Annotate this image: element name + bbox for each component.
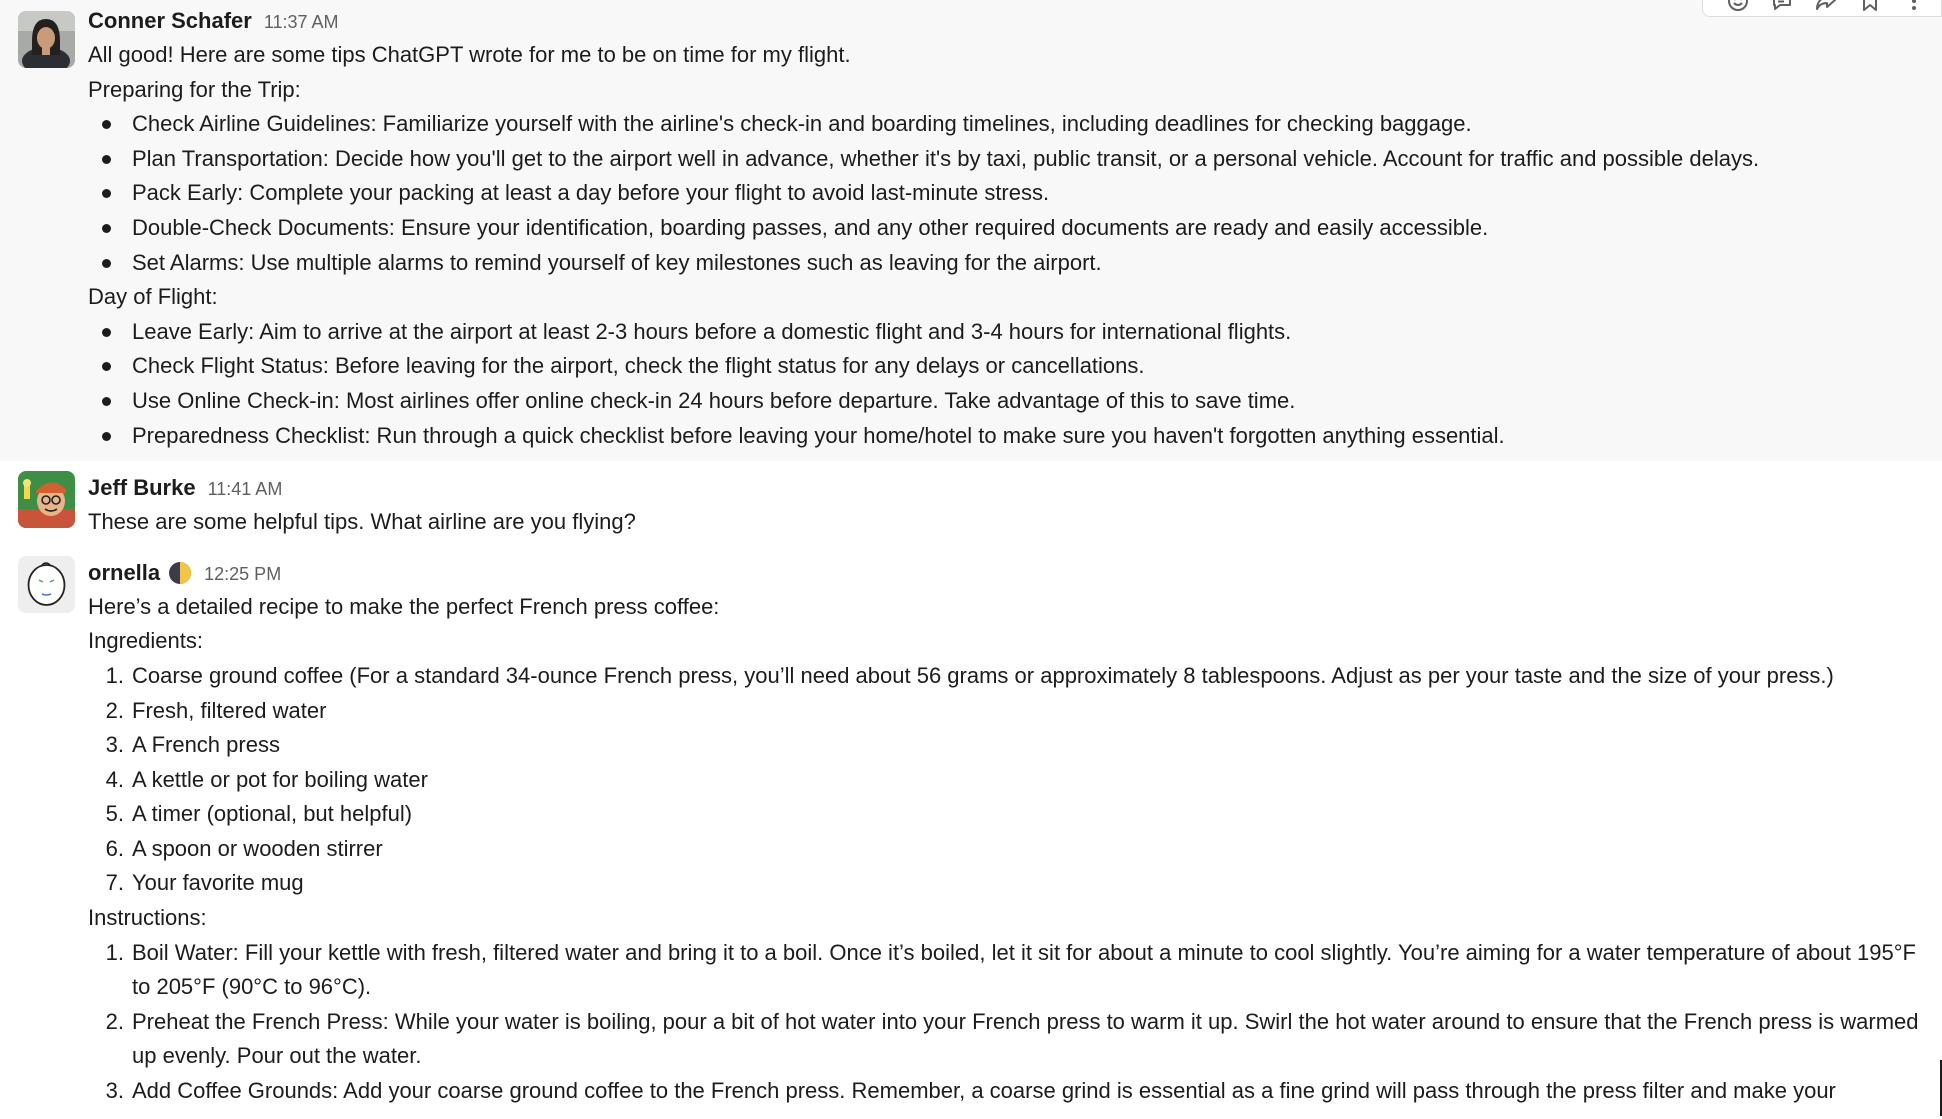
list-item: 3. A French press	[88, 728, 1922, 763]
list-item-text: A kettle or pot for boiling water	[132, 767, 428, 792]
message-text: These are some helpful tips. What airlin…	[88, 505, 1922, 540]
section-heading: Day of Flight:	[88, 280, 1922, 315]
list-item: 1. Coarse ground coffee (For a standard 3…	[88, 659, 1922, 694]
list-item-text: Add Coffee Grounds: Add your coarse grou…	[132, 1078, 1836, 1103]
section-heading: Instructions:	[88, 901, 1922, 936]
author-name[interactable]: ornella	[88, 556, 160, 590]
message-feed: Conner Schafer 11:37 AM All good! Here a…	[0, 0, 1942, 1116]
message-ornella[interactable]: ornella 12:25 PM Here’s a detailed recip…	[0, 544, 1942, 1119]
list-item-text: A timer (optional, but helpful)	[132, 801, 412, 826]
timestamp[interactable]: 12:25 PM	[204, 557, 281, 591]
list-item: Use Online Check-in: Most airlines offer…	[88, 384, 1922, 419]
avatar[interactable]	[18, 471, 75, 528]
list-number: 7.	[94, 866, 124, 901]
message-jeff[interactable]: Jeff Burke 11:41 AM These are some helpf…	[0, 461, 1942, 544]
message-header: ornella 12:25 PM	[88, 556, 1922, 590]
list-item: Preparedness Checklist: Run through a qu…	[88, 419, 1922, 454]
list-number: 6.	[94, 832, 124, 867]
list-item-text: Coarse ground coffee (For a standard 34-…	[132, 663, 1834, 688]
list-number: 1.	[94, 936, 124, 971]
author-name[interactable]: Conner Schafer	[88, 4, 252, 38]
list-number: 3.	[94, 1074, 124, 1109]
timestamp[interactable]: 11:41 AM	[208, 472, 283, 506]
list-number: 3.	[94, 728, 124, 763]
bookmark-icon[interactable]	[1857, 0, 1883, 14]
list-number: 1.	[94, 659, 124, 694]
instructions-list: 1.Boil Water: Fill your kettle with fres…	[88, 936, 1922, 1109]
list-item: Leave Early: Aim to arrive at the airpor…	[88, 315, 1922, 350]
section-heading: Preparing for the Trip:	[88, 73, 1922, 108]
add-reaction-icon[interactable]	[1725, 0, 1751, 14]
list-number: 5.	[94, 797, 124, 832]
list-item-text: Fresh, filtered water	[132, 698, 326, 723]
list-item: 2.Preheat the French Press: While your w…	[88, 1005, 1922, 1074]
bullet-list: Leave Early: Aim to arrive at the airpor…	[88, 315, 1922, 453]
author-name[interactable]: Jeff Burke	[88, 471, 196, 505]
list-number: 4.	[94, 763, 124, 798]
list-item: 3. Add Coffee Grounds: Add your coarse gr…	[88, 1074, 1922, 1109]
list-item: 5. A timer (optional, but helpful)	[88, 797, 1922, 832]
reply-in-thread-icon[interactable]	[1769, 0, 1795, 14]
list-item: 2. Fresh, filtered water	[88, 694, 1922, 729]
forward-icon[interactable]	[1813, 0, 1839, 14]
list-item: Set Alarms: Use multiple alarms to remin…	[88, 246, 1922, 281]
message-header: Conner Schafer 11:37 AM	[88, 4, 1922, 38]
list-item-text: Boil Water: Fill your kettle with fresh,…	[132, 940, 1916, 1000]
list-item: 6. A spoon or wooden stirrer	[88, 832, 1922, 867]
list-item: Check Airline Guidelines: Familiarize yo…	[88, 107, 1922, 142]
message-actions-toolbar	[1702, 0, 1942, 17]
ingredients-list: 1. Coarse ground coffee (For a standard 3…	[88, 659, 1922, 901]
more-actions-icon[interactable]	[1901, 0, 1927, 14]
list-item-text: Preheat the French Press: While your wat…	[132, 1009, 1919, 1069]
avatar[interactable]	[18, 11, 75, 68]
message-header: Jeff Burke 11:41 AM	[88, 471, 1922, 505]
message-text: All good! Here are some tips ChatGPT wro…	[88, 38, 1922, 73]
section-heading: Ingredients:	[88, 624, 1922, 659]
list-item: Plan Transportation: Decide how you'll g…	[88, 142, 1922, 177]
list-item: 7. Your favorite mug	[88, 866, 1922, 901]
list-number: 2.	[94, 1005, 124, 1040]
timestamp[interactable]: 11:37 AM	[264, 5, 339, 39]
list-item-text: Your favorite mug	[132, 870, 304, 895]
message-text: Here’s a detailed recipe to make the per…	[88, 590, 1922, 625]
bullet-list: Check Airline Guidelines: Familiarize yo…	[88, 107, 1922, 280]
list-item-text: A spoon or wooden stirrer	[132, 836, 383, 861]
list-item: Check Flight Status: Before leaving for …	[88, 349, 1922, 384]
list-item: 1.Boil Water: Fill your kettle with fres…	[88, 936, 1922, 1005]
list-number: 2.	[94, 694, 124, 729]
moon-status-icon[interactable]	[168, 561, 192, 585]
list-item: Pack Early: Complete your packing at lea…	[88, 176, 1922, 211]
list-item: 4. A kettle or pot for boiling water	[88, 763, 1922, 798]
message-conner[interactable]: Conner Schafer 11:37 AM All good! Here a…	[0, 0, 1942, 461]
avatar[interactable]	[18, 556, 75, 613]
list-item-text: A French press	[132, 732, 280, 757]
list-item: Double-Check Documents: Ensure your iden…	[88, 211, 1922, 246]
